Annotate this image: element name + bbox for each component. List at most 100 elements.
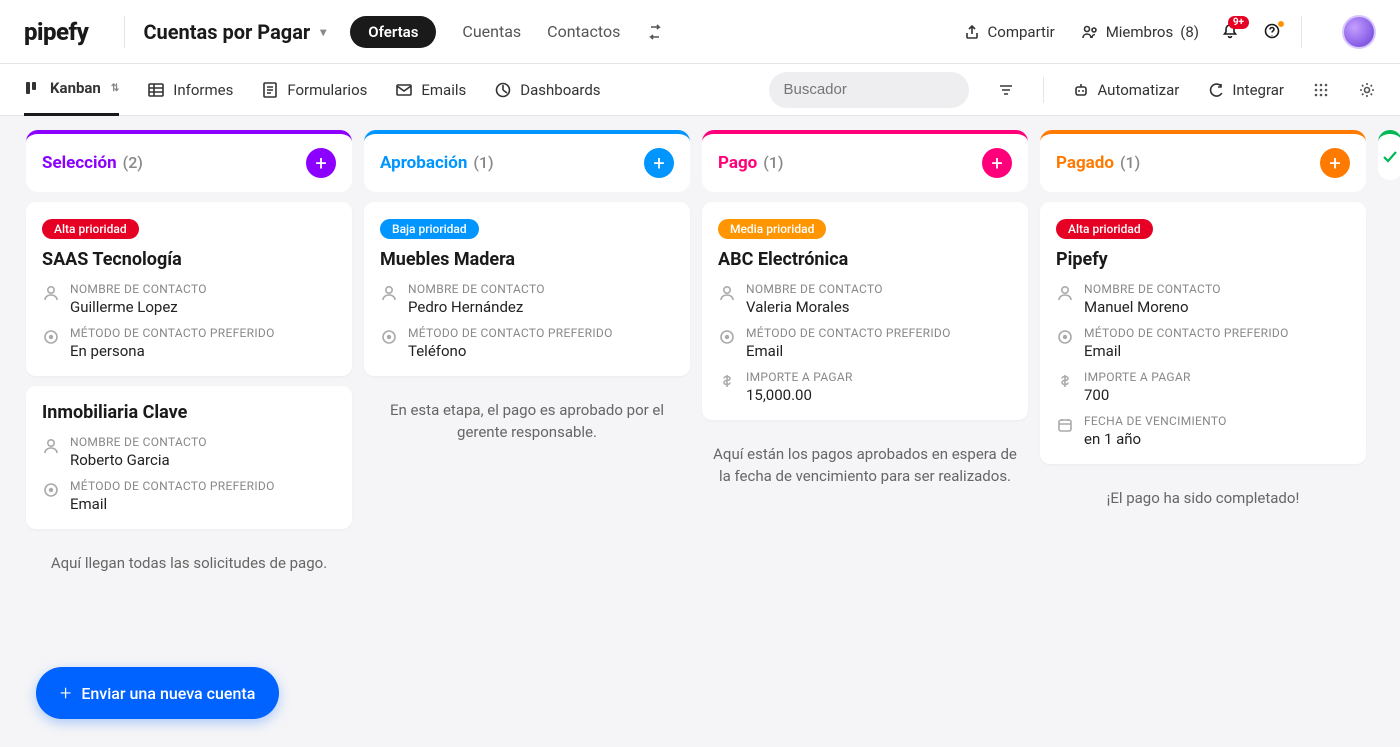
members-label: Miembros [1106, 23, 1174, 41]
column-count: (1) [1120, 153, 1140, 172]
column-header: Pagado(1) + [1040, 130, 1366, 192]
column-count: (1) [473, 153, 493, 172]
notifications-button[interactable]: 9+ [1221, 22, 1241, 42]
kanban-icon [24, 79, 42, 97]
people-icon [1081, 23, 1099, 41]
tab-label: Kanban [50, 79, 101, 97]
tab-dashboards[interactable]: Dashboards [494, 64, 600, 116]
tab-label: Emails [421, 81, 466, 99]
column-title: Aprobación [380, 153, 467, 173]
integrate-label: Integrar [1232, 81, 1284, 99]
apps-button[interactable] [1312, 81, 1330, 99]
user-avatar[interactable] [1342, 15, 1376, 49]
card-field: NOMBRE DE CONTACTO Pedro Hernández [380, 282, 674, 316]
integrate-button[interactable]: Integrar [1207, 81, 1284, 99]
card-field: MÉTODO DE CONTACTO PREFERIDO Email [718, 326, 1012, 360]
priority-badge: Baja prioridad [380, 219, 479, 239]
card-field: NOMBRE DE CONTACTO Valeria Morales [718, 282, 1012, 316]
field-value: Guillerme Lopez [70, 298, 336, 316]
members-count: (8) [1180, 23, 1199, 41]
help-button[interactable] [1263, 22, 1283, 42]
table-icon [147, 81, 165, 99]
kanban-card[interactable]: Media prioridad ABC Electrónica NOMBRE D… [702, 202, 1028, 420]
plus-icon: + [60, 681, 71, 705]
workspace-selector[interactable]: Cuentas por Pagar ▾ [143, 20, 326, 44]
card-field: IMPORTE A PAGAR 700 [1056, 370, 1350, 404]
column-title: Pago [718, 153, 757, 173]
share-button[interactable]: Compartir [963, 23, 1055, 41]
field-label: MÉTODO DE CONTACTO PREFERIDO [408, 326, 674, 340]
notification-badge: 9+ [1228, 16, 1249, 29]
add-card-button[interactable]: + [1320, 148, 1350, 178]
calendar-icon [1056, 414, 1074, 448]
kanban-card[interactable]: Alta prioridad Pipefy NOMBRE DE CONTACTO… [1040, 202, 1366, 464]
target-icon [42, 479, 60, 513]
add-card-button[interactable]: + [306, 148, 336, 178]
field-label: NOMBRE DE CONTACTO [70, 282, 336, 296]
help-dot [1277, 20, 1285, 28]
user-icon [42, 435, 60, 469]
priority-badge: Alta prioridad [1056, 219, 1153, 239]
column-message: Aquí llegan todas las solicitudes de pag… [26, 539, 352, 589]
share-label: Compartir [988, 23, 1055, 41]
nav-pill-active[interactable]: Ofertas [350, 16, 436, 48]
column-message: Aquí están los pagos aprobados en espera… [702, 430, 1028, 502]
header: pipefy Cuentas por Pagar ▾ Ofertas Cuent… [0, 0, 1400, 64]
add-card-button[interactable]: + [982, 148, 1012, 178]
filter-button[interactable] [997, 81, 1015, 99]
settings-button[interactable] [1358, 81, 1376, 99]
share-icon [963, 23, 981, 41]
workspace-name: Cuentas por Pagar [143, 20, 310, 44]
field-value: Email [70, 495, 336, 513]
divider [1043, 77, 1044, 103]
search-input[interactable] [783, 81, 982, 98]
card-field: NOMBRE DE CONTACTO Manuel Moreno [1056, 282, 1350, 316]
automate-button[interactable]: Automatizar [1072, 81, 1179, 99]
nav-link-contactos[interactable]: Contactos [547, 22, 620, 41]
tab-label: Dashboards [520, 81, 600, 99]
kanban-card[interactable]: Alta prioridad SAAS Tecnología NOMBRE DE… [26, 202, 352, 376]
target-icon [42, 326, 60, 360]
form-icon [261, 81, 279, 99]
tab-informes[interactable]: Informes [147, 64, 233, 116]
user-icon [1056, 282, 1074, 316]
mail-icon [395, 81, 413, 99]
field-value: 700 [1084, 386, 1350, 404]
filter-icon [997, 81, 1015, 99]
column-count: (2) [123, 153, 143, 172]
kanban-board: Selección(2) + Alta prioridad SAAS Tecno… [0, 116, 1400, 747]
target-icon [380, 326, 398, 360]
kanban-card[interactable]: Inmobiliaria Clave NOMBRE DE CONTACTO Ro… [26, 386, 352, 529]
user-icon [380, 282, 398, 316]
card-title: Inmobiliaria Clave [42, 402, 336, 423]
tab-emails[interactable]: Emails [395, 64, 466, 116]
priority-badge: Alta prioridad [42, 219, 139, 239]
field-value: Pedro Hernández [408, 298, 674, 316]
target-icon [1056, 326, 1074, 360]
search-box[interactable] [769, 72, 969, 108]
logo[interactable]: pipefy [24, 18, 88, 46]
user-icon [42, 282, 60, 316]
robot-icon [1072, 81, 1090, 99]
column-header [1378, 130, 1400, 180]
column-pagado: Pagado(1) + Alta prioridad Pipefy NOMBRE… [1040, 130, 1366, 524]
new-account-button[interactable]: + Enviar una nueva cuenta [36, 667, 279, 719]
field-label: MÉTODO DE CONTACTO PREFERIDO [746, 326, 1012, 340]
card-field: MÉTODO DE CONTACTO PREFERIDO Email [42, 479, 336, 513]
field-label: IMPORTE A PAGAR [1084, 370, 1350, 384]
nav-link-cuentas[interactable]: Cuentas [462, 22, 521, 41]
column-count: (1) [763, 153, 783, 172]
swap-icon[interactable] [646, 23, 664, 41]
members-button[interactable]: Miembros (8) [1081, 23, 1199, 41]
card-title: SAAS Tecnología [42, 249, 336, 270]
chevron-icon: ⇅ [111, 83, 119, 94]
field-label: NOMBRE DE CONTACTO [408, 282, 674, 296]
field-value: 15,000.00 [746, 386, 1012, 404]
tab-formularios[interactable]: Formularios [261, 64, 367, 116]
field-label: FECHA DE VENCIMIENTO [1084, 414, 1350, 428]
tab-kanban[interactable]: Kanban ⇅ [24, 64, 119, 116]
field-value: Email [746, 342, 1012, 360]
tab-label: Formularios [287, 81, 367, 99]
kanban-card[interactable]: Baja prioridad Muebles Madera NOMBRE DE … [364, 202, 690, 376]
add-card-button[interactable]: + [644, 148, 674, 178]
